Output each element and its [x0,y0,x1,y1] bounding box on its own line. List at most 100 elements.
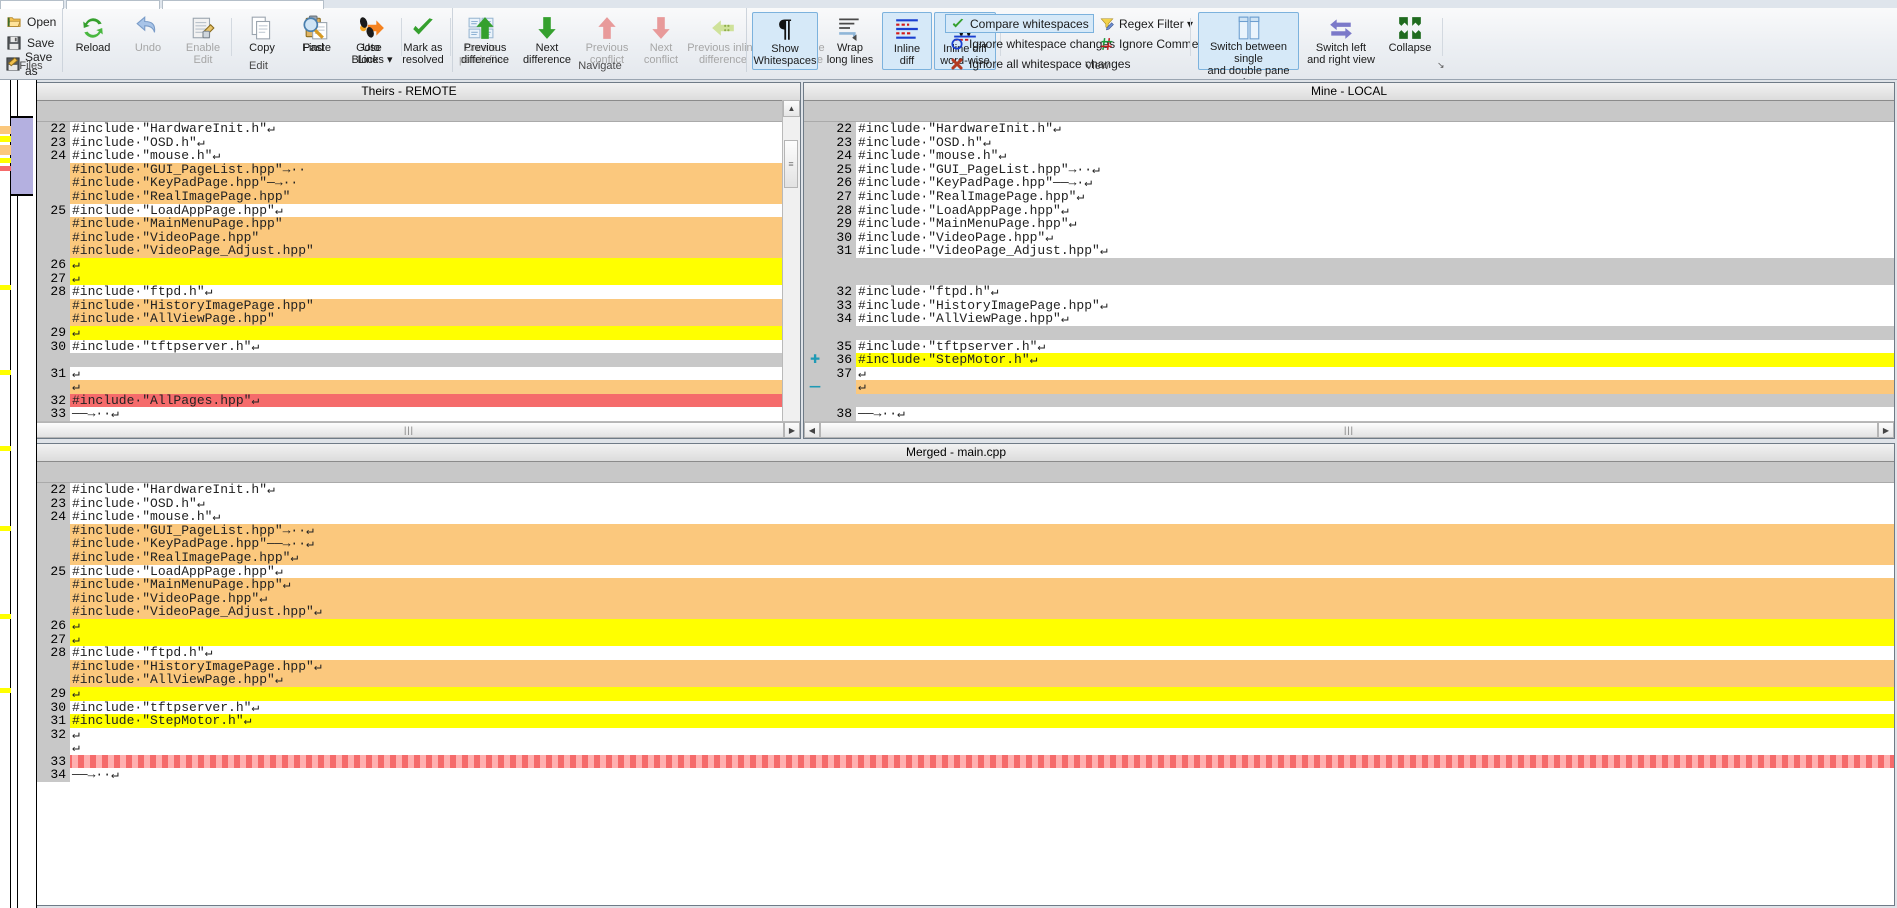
mine-code-area[interactable]: 22 #include·"HardwareInit.h"↵ 23 #include·"… [804,122,1894,424]
code-line[interactable]: 22 #include·"HardwareInit.h"↵ [804,122,1894,136]
overview-gutter[interactable] [0,80,37,908]
code-line[interactable]: 25 #include·"LoadAppPage.hpp"↵ [18,203,800,218]
code-line[interactable]: 26 #include·"KeyPadPage.hpp"——→·↵ [804,176,1894,190]
code-line[interactable]: —#include·"HistoryImagePage.hpp"↵ [18,659,1894,674]
code-line[interactable]: —#include·"MainMenuPage.hpp"↵ [18,578,1894,592]
code-line[interactable]: ≡#include·"MainMenuPage.hpp" [18,217,800,231]
theirs-code-area[interactable]: 22 #include·"HardwareInit.h"↵ 23 #include·"… [18,122,800,424]
code-line[interactable]: ≡#include·"KeyPadPage.hpp"—→·· [18,176,800,190]
code-line[interactable]: ✚27↵ [18,632,1894,647]
mine-horizontal-scrollbar[interactable]: ◀ ||| ▶ [804,421,1894,438]
mine-hscroll-thumb[interactable]: ||| [820,422,1878,438]
code-line[interactable]: ✚32#include·"AllPages.hpp"↵ [18,393,800,408]
code-line[interactable]: 24 #include·"mouse.h"↵ [804,149,1894,163]
scroll-right-arrow-icon[interactable]: ▶ [784,422,800,438]
line-text: #include·"GUI_PageList.hpp"→··↵ [858,162,1100,177]
overview-col-2 [17,80,18,908]
code-line[interactable]: 23 #include·"OSD.h"↵ [804,135,1894,150]
edit-separator-1 [231,18,232,56]
code-line[interactable]: ≡#include·"RealImagePage.hpp" [18,189,800,204]
mark-as-resolved-button[interactable]: Mark as resolved [396,12,450,70]
code-line[interactable]: ✚29↵ [18,325,800,340]
code-line[interactable]: —↵ [804,380,1894,394]
code-line[interactable] [804,325,1894,340]
line-text: #include·"LoadAppPage.hpp"↵ [858,203,1069,218]
code-line[interactable]: —↵ [18,380,800,394]
save-label: Save [27,35,55,50]
compare-whitespaces-option[interactable]: Compare whitespaces [945,14,1094,33]
code-line[interactable]: 28 #include·"ftpd.h"↵ [18,646,1894,660]
code-line[interactable]: ✚27↵ [18,271,800,286]
code-line[interactable]: 23 #include·"OSD.h"↵ [18,496,1894,511]
find-button[interactable]: Find [286,12,340,70]
code-line[interactable]: 34 ——→··↵ [18,768,1894,783]
code-line[interactable]: ≡#include·"HistoryImagePage.hpp" [18,298,800,313]
code-line[interactable]: 35 #include·"tftpserver.h"↵ [804,339,1894,354]
change-marker-icon[interactable]: ✚ [804,352,826,367]
open-button[interactable]: Open [3,12,56,31]
change-marker-icon[interactable]: — [804,380,826,394]
code-line[interactable]: ✚33 [18,754,1894,769]
code-line[interactable]: ✚26↵ [18,618,1894,633]
code-line[interactable]: 28 #include·"LoadAppPage.hpp"↵ [804,203,1894,218]
goto-line-button[interactable]: Goto Line [341,12,395,70]
code-line[interactable]: 24 #include·"mouse.h"↵ [18,510,1894,524]
code-line[interactable]: ✚31#include·"StepMotor.h"↵ [18,713,1894,728]
line-text: #include·"HardwareInit.h"↵ [72,122,275,136]
theirs-hscroll-thumb[interactable]: ||| [34,422,784,438]
code-line[interactable]: 37 ↵ [804,367,1894,381]
theirs-scroll-thumb[interactable]: ≡ [784,140,798,188]
code-line[interactable]: 24 #include·"mouse.h"↵ [18,149,800,163]
code-line[interactable]: ≡#include·"AllViewPage.hpp" [18,312,800,326]
code-line[interactable]: 33 #include·"HistoryImagePage.hpp"↵ [804,299,1894,313]
theirs-horizontal-scrollbar[interactable]: ◀ ||| ▶ [18,421,800,438]
line-text: #include·"HistoryImagePage.hpp" [72,298,314,313]
regex-filter-menu[interactable]: Regex Filter ▾ [1095,14,1197,33]
overview-viewport-marker[interactable] [11,116,33,196]
code-line[interactable]: 31 ↵ [18,367,800,381]
code-line[interactable] [804,271,1894,286]
code-line[interactable]: 30 #include·"tftpserver.h"↵ [18,700,1894,715]
line-number [40,353,70,367]
code-line[interactable]: ✚29↵ [18,686,1894,701]
code-line[interactable]: 22 #include·"HardwareInit.h"↵ [18,122,800,136]
code-line[interactable]: —#include·"GUI_PageList.hpp"→··↵ [18,523,1894,538]
code-line[interactable]: 31 #include·"VideoPage_Adjust.hpp"↵ [804,244,1894,258]
code-line[interactable] [804,393,1894,408]
scroll-up-arrow-icon[interactable]: ▲ [783,100,800,117]
code-line[interactable]: 23 #include·"OSD.h"↵ [18,135,800,150]
code-line[interactable]: 29 #include·"MainMenuPage.hpp"↵ [804,217,1894,231]
code-line[interactable]: 25 #include·"LoadAppPage.hpp"↵ [18,564,1894,579]
theirs-vertical-scrollbar[interactable]: ▲ ≡ [782,100,800,438]
code-line[interactable]: —#include·"VideoPage_Adjust.hpp"↵ [18,605,1894,619]
code-line[interactable]: ✚26↵ [18,257,800,272]
code-line[interactable]: ≡#include·"GUI_PageList.hpp"→·· [18,162,800,177]
scroll-right-arrow-icon[interactable]: ▶ [1878,422,1894,438]
code-line[interactable]: 25 #include·"GUI_PageList.hpp"→··↵ [804,163,1894,177]
code-line[interactable]: 22 #include·"HardwareInit.h"↵ [18,483,1894,497]
code-line[interactable]: —#include·"RealImagePage.hpp"↵ [18,550,1894,565]
ignore-whitespace-changes-option[interactable]: Ignore whitespace changes [945,34,1119,53]
code-line[interactable] [18,353,800,367]
code-line[interactable]: —#include·"VideoPage.hpp"↵ [18,591,1894,606]
code-line[interactable]: ✚ 36 #include·"StepMotor.h"↵ [804,352,1894,367]
code-line[interactable]: 27 #include·"RealImagePage.hpp"↵ [804,190,1894,204]
code-line[interactable]: 34 #include·"AllViewPage.hpp"↵ [804,312,1894,326]
code-line[interactable]: —#include·"KeyPadPage.hpp"——→··↵ [18,537,1894,551]
code-line[interactable]: 38 ——→··↵ [804,407,1894,422]
code-line[interactable]: 33 ——→··↵ [18,407,800,422]
code-line[interactable]: 32 #include·"ftpd.h"↵ [804,285,1894,299]
view-dialog-launcher[interactable]: ↘ [1437,60,1449,72]
code-line[interactable]: 28 #include·"ftpd.h"↵ [18,285,800,299]
code-line[interactable]: ≡#include·"VideoPage.hpp" [18,230,800,245]
code-line[interactable]: —#include·"AllViewPage.hpp"↵ [18,673,1894,687]
scroll-left-arrow-icon[interactable]: ◀ [804,422,820,438]
code-line[interactable]: ≡#include·"VideoPage_Adjust.hpp" [18,244,800,258]
code-line[interactable]: 30 #include·"tftpserver.h"↵ [18,339,800,354]
code-line[interactable]: 30 #include·"VideoPage.hpp"↵ [804,231,1894,245]
copy-label: Copy [249,42,275,54]
code-line[interactable]: 32 ↵ [18,728,1894,742]
merged-code-area[interactable]: 22 #include·"HardwareInit.h"↵ 23 #include·"… [18,483,1894,905]
code-line[interactable] [804,257,1894,272]
code-line[interactable]: ↵ [18,741,1894,755]
